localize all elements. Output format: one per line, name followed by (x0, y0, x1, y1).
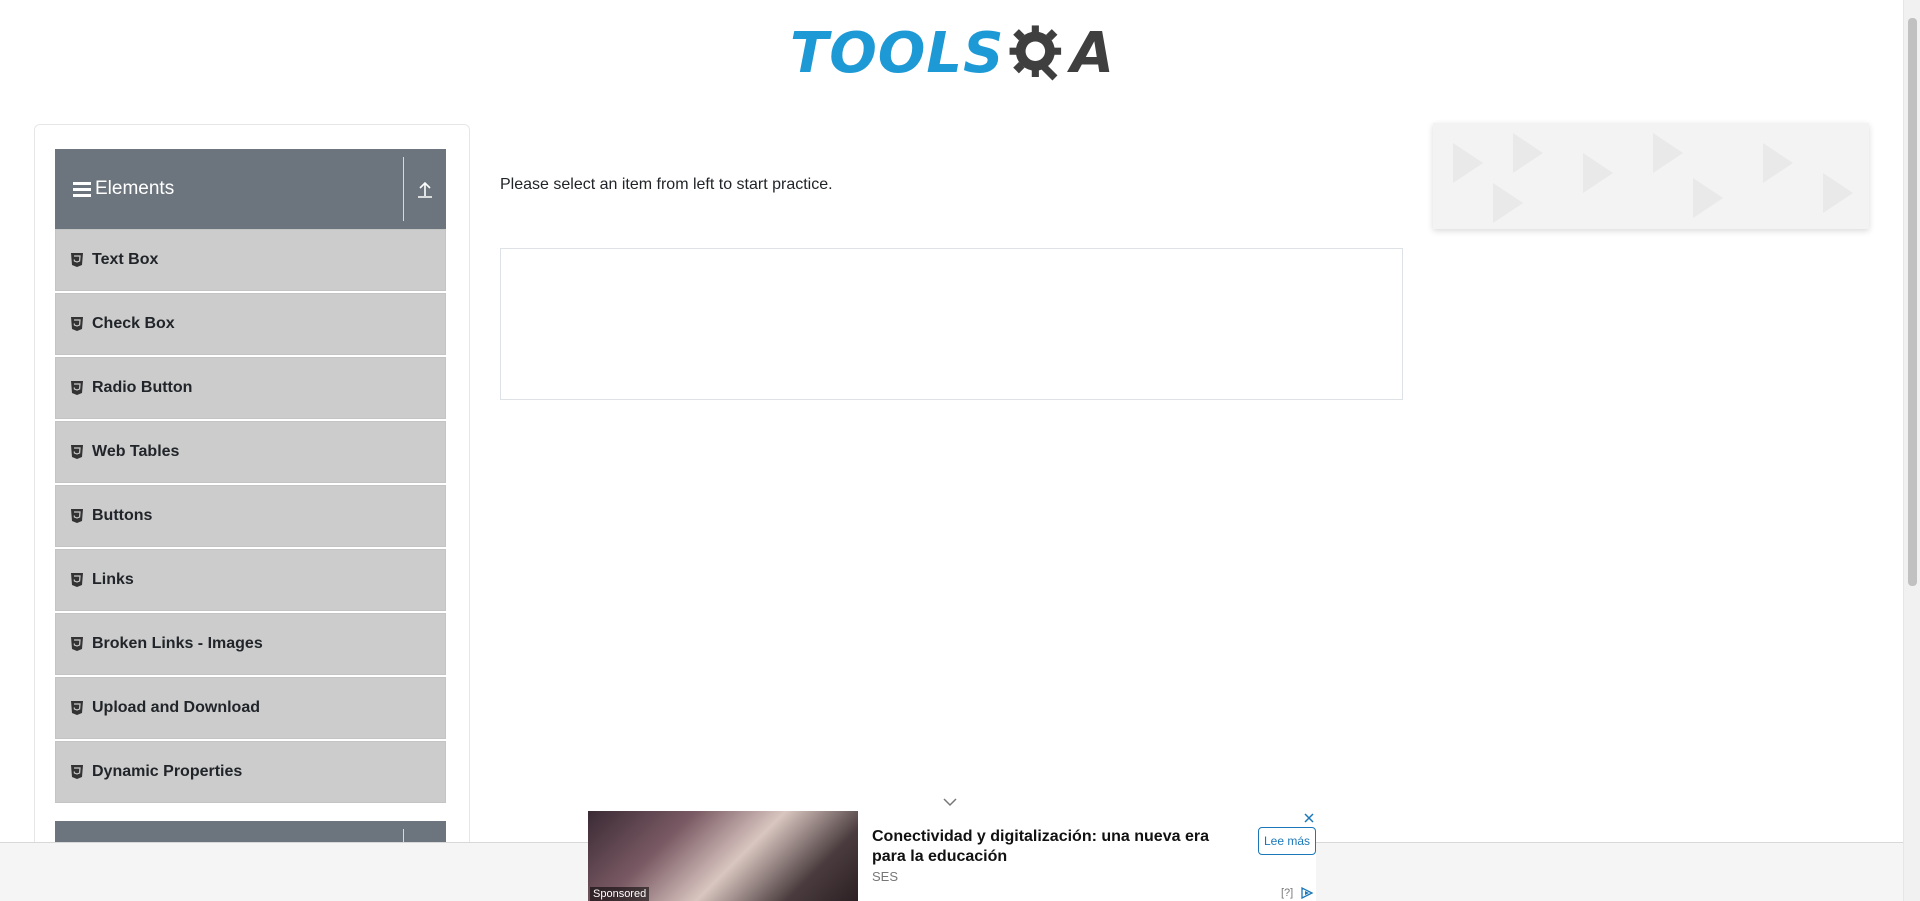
toolsqa-logo[interactable]: TOOLS A (790, 15, 1115, 91)
menu-item-broken-links-images[interactable]: Broken Links - Images (55, 613, 446, 675)
html5-icon (71, 317, 83, 331)
html5-icon (71, 253, 83, 267)
ad-cta-button[interactable]: Lee más (1258, 827, 1316, 855)
logo-a-text: A (1070, 20, 1115, 86)
hamburger-icon (73, 181, 91, 197)
menu-item-label: Links (92, 571, 134, 588)
menu-item-text-box[interactable]: Text Box (55, 229, 446, 291)
collapse-up-icon[interactable] (412, 177, 438, 203)
bottom-ad[interactable]: Sponsored Conectividad y digitalización:… (588, 811, 1316, 901)
intro-text: Please select an item from left to start… (500, 176, 833, 193)
menu-item-label: Upload and Download (92, 699, 260, 716)
html5-icon (71, 637, 83, 651)
menu-item-upload-and-download[interactable]: Upload and Download (55, 677, 446, 739)
ad-image[interactable]: Sponsored (588, 811, 858, 901)
group-title: Elements (95, 178, 175, 199)
menu-item-label: Broken Links - Images (92, 635, 263, 652)
menu-item-label: Dynamic Properties (92, 763, 243, 780)
menu-item-dynamic-properties[interactable]: Dynamic Properties (55, 741, 446, 803)
chevron-down-icon[interactable] (940, 795, 960, 809)
menu-item-web-tables[interactable]: Web Tables (55, 421, 446, 483)
header-divider (403, 157, 404, 221)
page-scrollbar[interactable] (1903, 0, 1920, 901)
side-ad-banner[interactable] (1433, 123, 1869, 229)
html5-icon (71, 445, 83, 459)
adchoices-icon[interactable] (1300, 887, 1314, 899)
menu-item-links[interactable]: Links (55, 549, 446, 611)
triangle-pattern (1453, 133, 1853, 223)
page: TOOLS A Elements Text Box Check Box Radi… (0, 0, 1920, 901)
content-box (500, 248, 1403, 400)
menu-item-buttons[interactable]: Buttons (55, 485, 446, 547)
menu-item-label: Check Box (92, 315, 175, 332)
ad-info-link[interactable]: [?] (1281, 887, 1293, 899)
ad-sponsored-label: Sponsored (590, 887, 650, 901)
close-icon[interactable] (1302, 811, 1316, 825)
html5-icon (71, 381, 83, 395)
logo-tools-text: TOOLS (790, 20, 1005, 86)
menu-item-check-box[interactable]: Check Box (55, 293, 446, 355)
menu-item-label: Web Tables (92, 443, 180, 460)
html5-icon (71, 701, 83, 715)
html5-icon (71, 509, 83, 523)
menu-item-label: Buttons (92, 507, 153, 524)
ad-headline[interactable]: Conectividad y digitalización: una nueva… (872, 827, 1242, 867)
menu-item-radio-button[interactable]: Radio Button (55, 357, 446, 419)
ad-advertiser: SES (872, 869, 899, 884)
elements-menu-list: Text Box Check Box Radio Button Web Tabl… (55, 229, 446, 805)
menu-item-label: Radio Button (92, 379, 193, 396)
menu-item-label: Text Box (92, 251, 159, 268)
html5-icon (71, 573, 83, 587)
scroll-thumb[interactable] (1908, 18, 1917, 586)
gear-magnifier-icon (1009, 25, 1062, 81)
elements-group-header[interactable]: Elements (55, 149, 446, 229)
html5-icon (71, 765, 83, 779)
